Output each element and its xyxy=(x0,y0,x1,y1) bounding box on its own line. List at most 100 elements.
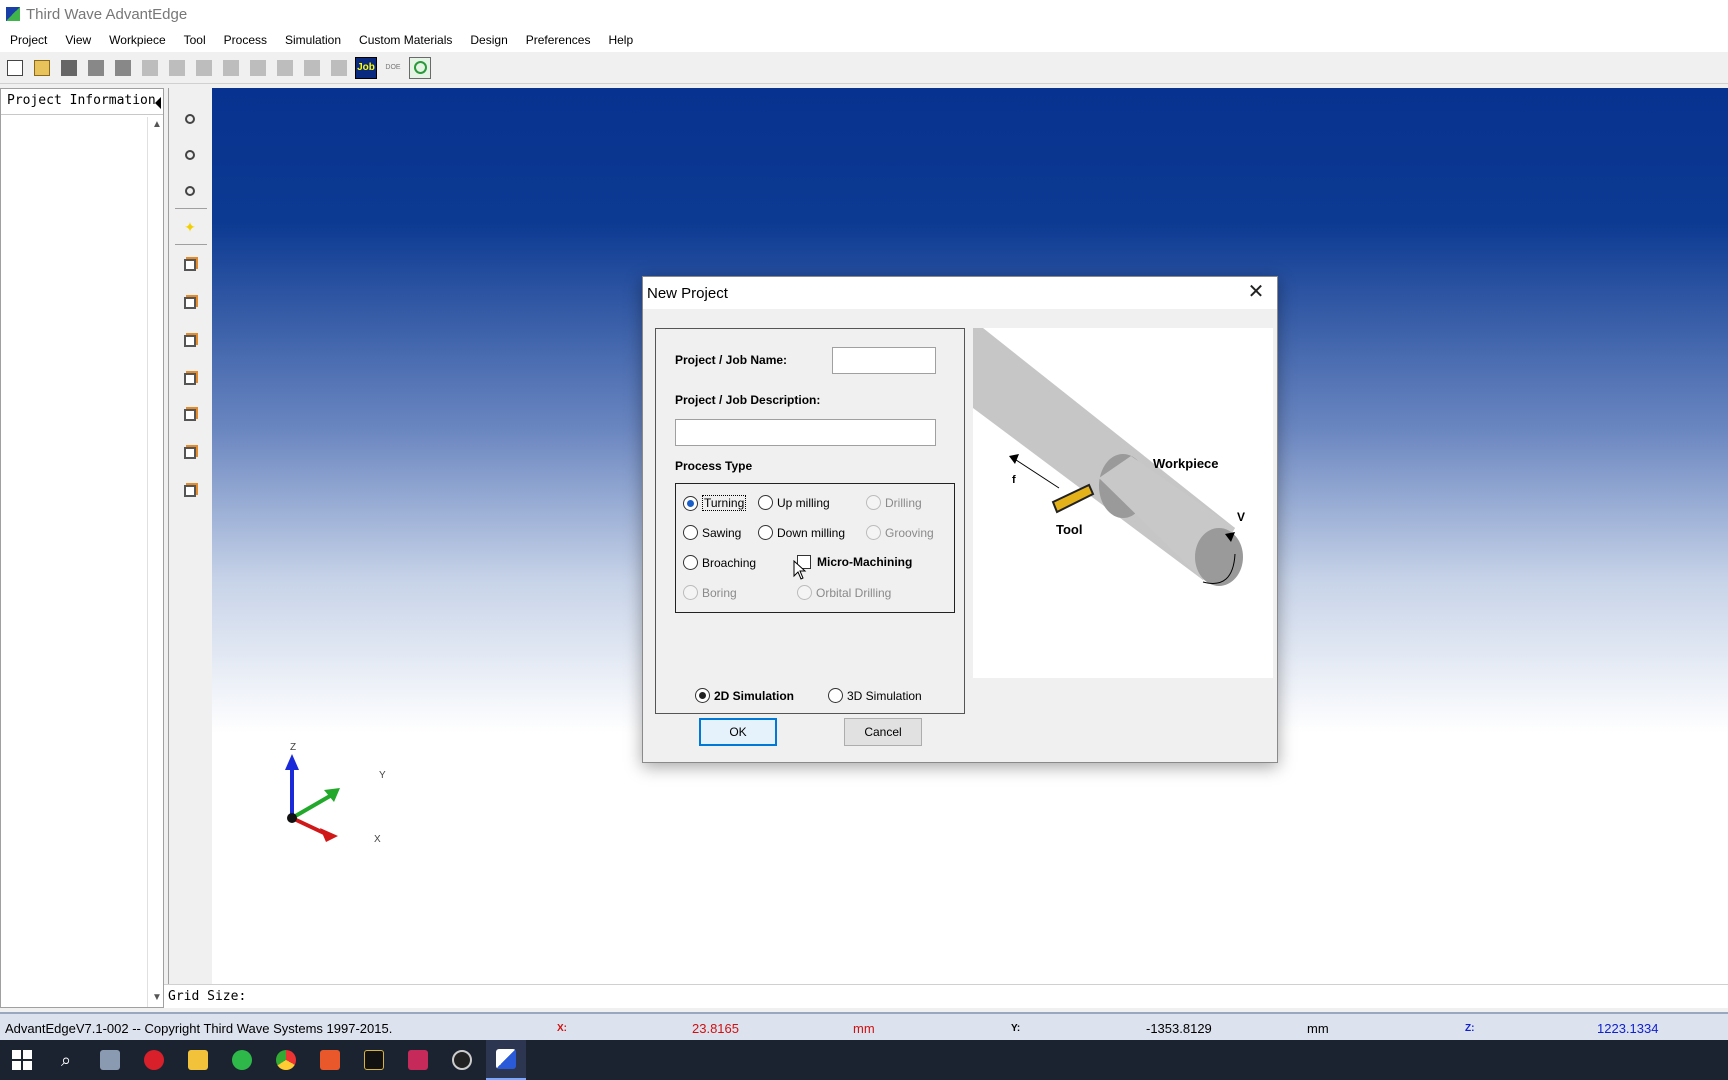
3d-simulation-radio[interactable] xyxy=(828,688,843,703)
micro-machining-option[interactable]: Micro-Machining xyxy=(797,555,912,569)
start-button[interactable] xyxy=(2,1040,42,1080)
zoom-icon[interactable] xyxy=(181,110,199,128)
collapse-panel-icon[interactable] xyxy=(155,97,161,109)
project-description-input[interactable] xyxy=(675,419,936,446)
zoom-window-icon[interactable] xyxy=(181,146,199,164)
micro-machining-label: Micro-Machining xyxy=(817,555,913,569)
view-back-icon[interactable] xyxy=(181,370,199,388)
menu-tool[interactable]: Tool xyxy=(178,33,212,47)
menu-help[interactable]: Help xyxy=(602,33,639,47)
up-milling-radio[interactable] xyxy=(758,495,773,510)
save-button[interactable] xyxy=(58,57,80,79)
process-type-group: Turning Up milling Drilling Sawing Down … xyxy=(675,483,955,613)
search-taskbar-button[interactable]: ⌕ xyxy=(46,1040,86,1080)
sawing-option[interactable]: Sawing xyxy=(683,525,741,540)
view-iso-icon[interactable] xyxy=(181,482,199,500)
stop-icon xyxy=(331,59,347,76)
holder-icon xyxy=(196,59,212,76)
scroll-up-icon[interactable]: ▲ xyxy=(152,119,162,130)
drilling-label: Drilling xyxy=(885,495,922,510)
file-explorer-button[interactable] xyxy=(178,1040,218,1080)
tool-shape-button[interactable] xyxy=(112,57,134,79)
menu-process[interactable]: Process xyxy=(218,33,273,47)
view-front-icon[interactable] xyxy=(181,256,199,274)
stop-button[interactable] xyxy=(328,57,350,79)
refresh-button[interactable] xyxy=(409,56,431,79)
menu-design[interactable]: Design xyxy=(464,33,513,47)
y-coordinate-label: Y: xyxy=(1011,1023,1021,1034)
menu-view[interactable]: View xyxy=(59,33,97,47)
broaching-label: Broaching xyxy=(702,555,757,570)
pdf-reader-button[interactable] xyxy=(310,1040,350,1080)
copyright-text: AdvantEdgeV7.1-002 -- Copyright Third Wa… xyxy=(5,1021,393,1036)
project-description-label: Project / Job Description: xyxy=(675,393,821,407)
obs-button[interactable] xyxy=(442,1040,482,1080)
mesh-button[interactable] xyxy=(139,57,161,79)
view-right-icon[interactable] xyxy=(181,444,199,462)
down-milling-radio[interactable] xyxy=(758,525,773,540)
mesh-icon xyxy=(142,59,158,76)
window-titlebar: Third Wave AdvantEdge xyxy=(0,0,1728,28)
up-milling-option[interactable]: Up milling xyxy=(758,495,830,510)
advantedge-taskbar-button[interactable] xyxy=(486,1040,526,1080)
broaching-radio[interactable] xyxy=(683,555,698,570)
diamond-button[interactable] xyxy=(274,57,296,79)
doe-button[interactable]: DOE xyxy=(382,57,404,79)
zoom-fit-icon[interactable] xyxy=(181,182,199,200)
search-icon: ⌕ xyxy=(60,1049,72,1070)
project-name-input[interactable] xyxy=(832,347,936,374)
turning-radio[interactable] xyxy=(683,495,698,511)
menu-custom-materials[interactable]: Custom Materials xyxy=(353,33,458,47)
camera-icon xyxy=(100,1050,120,1070)
view-side-icon[interactable] xyxy=(181,332,199,350)
menu-workpiece[interactable]: Workpiece xyxy=(103,33,171,47)
holder-button[interactable] xyxy=(193,57,215,79)
fixture-button[interactable] xyxy=(247,57,269,79)
z-coordinate-value: 1223.1334 xyxy=(1597,1021,1659,1036)
turning-option[interactable]: Turning xyxy=(683,495,747,511)
job-button[interactable]: Job xyxy=(355,56,377,79)
2d-simulation-radio[interactable] xyxy=(695,688,710,703)
chat-icon xyxy=(232,1050,252,1070)
close-icon[interactable]: ✕ xyxy=(1245,281,1267,303)
menu-preferences[interactable]: Preferences xyxy=(520,33,597,47)
pdf-icon xyxy=(320,1050,340,1070)
insert-icon xyxy=(169,59,185,76)
view-top-icon[interactable] xyxy=(181,294,199,312)
highlight-icon[interactable]: ✦ xyxy=(181,218,199,236)
3d-simulation-label: 3D Simulation xyxy=(847,688,922,703)
y-coordinate-value: -1353.8129 xyxy=(1146,1021,1212,1036)
camera-app-button[interactable] xyxy=(90,1040,130,1080)
z-coordinate-label: Z: xyxy=(1465,1023,1475,1034)
app-logo-icon xyxy=(6,7,20,21)
scroll-down-icon[interactable]: ▼ xyxy=(152,992,162,1003)
wps-button[interactable] xyxy=(354,1040,394,1080)
menu-project[interactable]: Project xyxy=(4,33,53,47)
chrome-button[interactable] xyxy=(266,1040,306,1080)
down-milling-option[interactable]: Down milling xyxy=(758,525,845,540)
cancel-button[interactable]: Cancel xyxy=(844,718,922,746)
menu-simulation[interactable]: Simulation xyxy=(279,33,347,47)
music-app-button[interactable] xyxy=(134,1040,174,1080)
process-preview-image: Workpiece Tool f V xyxy=(973,328,1273,678)
open-folder-button[interactable] xyxy=(31,57,53,79)
wechat-button[interactable] xyxy=(222,1040,262,1080)
ok-button[interactable]: OK xyxy=(699,718,777,746)
feed-label: f xyxy=(1012,474,1016,486)
2d-simulation-option[interactable]: 2D Simulation xyxy=(695,688,794,703)
up-milling-label: Up milling xyxy=(777,495,830,510)
sawing-label: Sawing xyxy=(702,525,742,540)
insert-button[interactable] xyxy=(166,57,188,79)
2d-simulation-label: 2D Simulation xyxy=(714,688,795,703)
new-file-button[interactable] xyxy=(4,57,26,79)
view-bottom-icon[interactable] xyxy=(181,406,199,424)
panel-scrollbar[interactable]: ▲ ▼ xyxy=(147,117,163,1007)
workpiece-tool-button[interactable] xyxy=(85,57,107,79)
run-simulation-button[interactable] xyxy=(301,57,323,79)
tm-button[interactable] xyxy=(220,57,242,79)
broaching-option[interactable]: Broaching xyxy=(683,555,756,570)
y-axis-label: Y xyxy=(379,770,386,781)
ide-button[interactable] xyxy=(398,1040,438,1080)
3d-simulation-option[interactable]: 3D Simulation xyxy=(828,688,922,703)
sawing-radio[interactable] xyxy=(683,525,698,540)
